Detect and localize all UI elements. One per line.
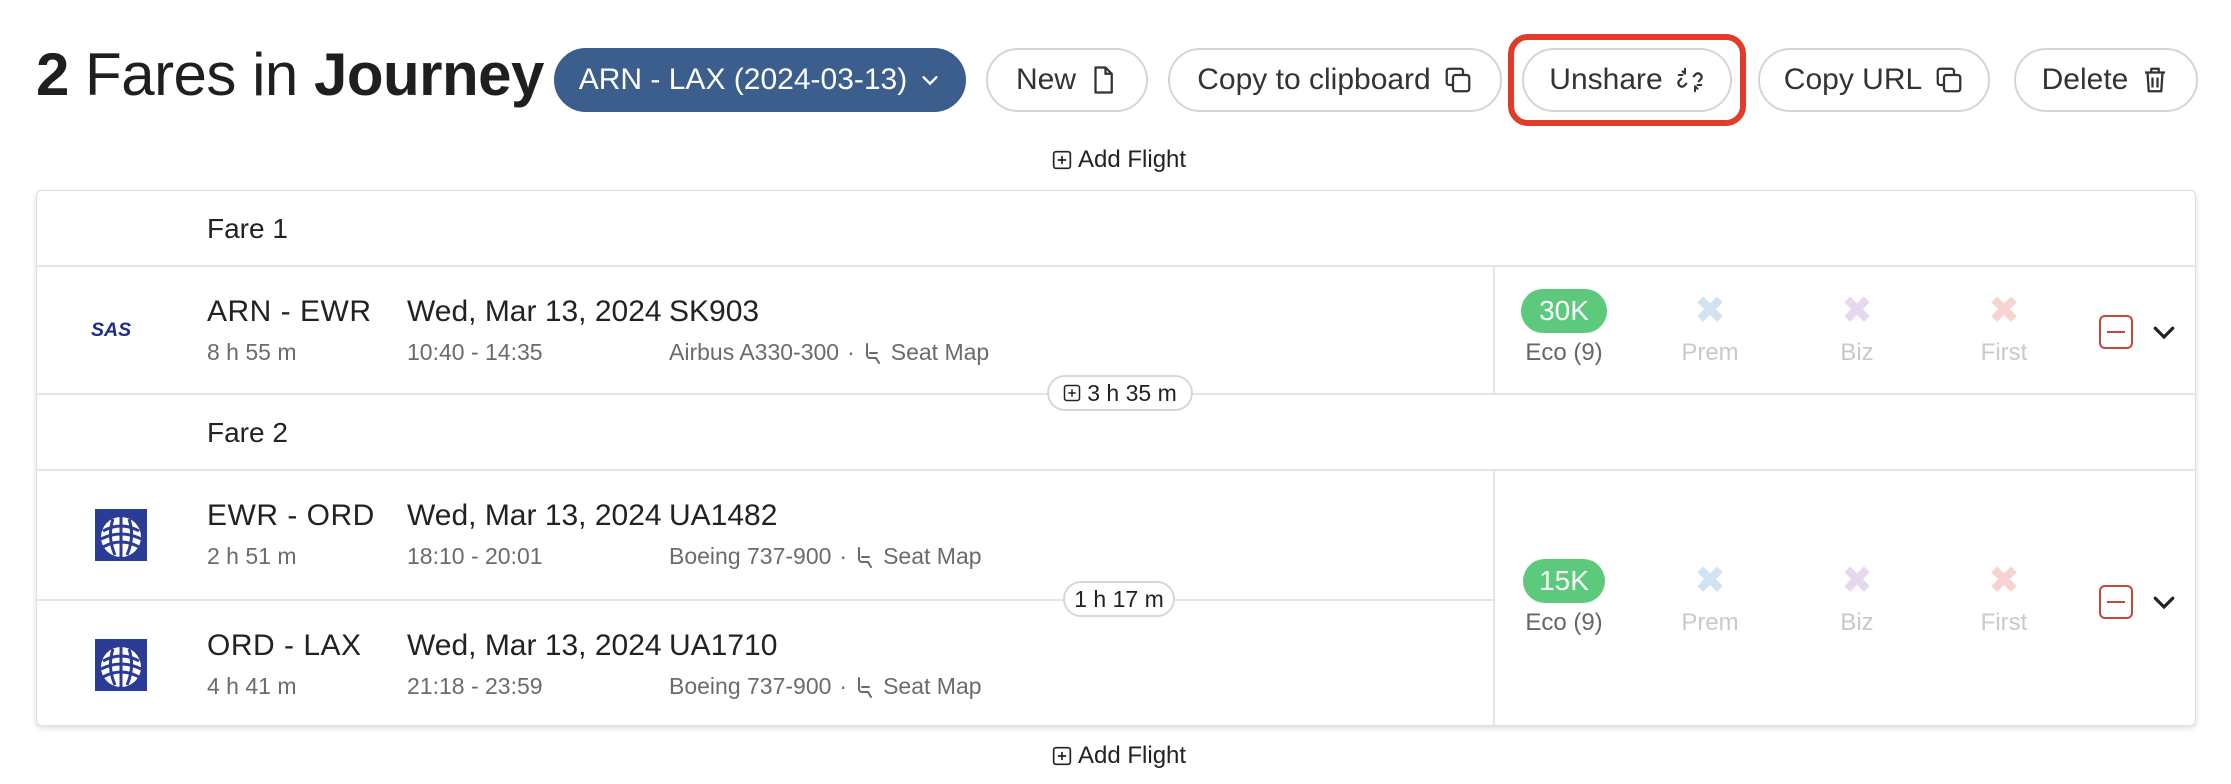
plus-square-icon xyxy=(1064,384,1081,402)
divider-vertical xyxy=(1493,469,1495,727)
fare-count: 2 xyxy=(36,41,69,108)
fare-label: Fare 1 xyxy=(207,213,288,244)
layover-duration: 1 h 17 m xyxy=(1074,585,1164,612)
copy-to-clipboard-label: Copy to clipboard xyxy=(1197,63,1431,96)
flight-number: UA1482 xyxy=(669,499,778,532)
chevron-down-icon[interactable] xyxy=(2149,587,2179,617)
flight-number: UA1710 xyxy=(669,629,778,662)
united-globe-logo xyxy=(95,639,147,696)
layover-duration: 3 h 35 m xyxy=(1087,379,1177,406)
x-icon: ✖ xyxy=(1841,290,1873,332)
aircraft-row: Boeing 737-900 · Seat Map xyxy=(669,543,982,570)
delete-label: Delete xyxy=(2041,63,2129,96)
separator-dot: · xyxy=(839,543,848,569)
new-button-label: New xyxy=(1015,63,1076,96)
divider xyxy=(37,469,2195,471)
aircraft: Boeing 737-900 xyxy=(669,673,832,699)
title-journey: Journey xyxy=(313,41,544,108)
route: ARN - EWR xyxy=(207,295,372,328)
flight-number: SK903 xyxy=(669,295,760,328)
duration: 4 h 41 m xyxy=(207,673,297,699)
x-icon: ✖ xyxy=(1988,290,2020,332)
x-icon: ✖ xyxy=(1694,560,1726,602)
copy-url-label: Copy URL xyxy=(1783,63,1923,96)
divider xyxy=(37,599,1493,601)
class-eco: Eco (9) xyxy=(1525,339,1603,366)
chevron-down-icon[interactable] xyxy=(2149,317,2179,347)
aircraft: Boeing 737-900 xyxy=(669,543,832,569)
sas-logo: SAS xyxy=(91,317,151,346)
united-globe-logo xyxy=(95,509,147,566)
new-button[interactable]: New xyxy=(986,48,1148,112)
unshare-highlight xyxy=(1508,34,1746,126)
seat-map-link[interactable]: Seat Map xyxy=(891,339,989,366)
class-eco: Eco (9) xyxy=(1525,609,1603,636)
separator-dot: · xyxy=(847,339,855,365)
times: 21:18 - 23:59 xyxy=(407,673,543,699)
aircraft-row: Airbus A330-300 · Seat Map xyxy=(669,339,989,366)
seat-icon xyxy=(858,676,873,698)
remove-fare-icon[interactable] xyxy=(2099,315,2133,349)
copy-icon xyxy=(1445,67,1471,93)
date: Wed, Mar 13, 2024 xyxy=(407,295,662,328)
layover-pill[interactable]: 3 h 35 m xyxy=(1047,375,1193,411)
fare-label: Fare 2 xyxy=(207,417,288,448)
seat-map-link[interactable]: Seat Map xyxy=(883,543,981,570)
x-icon: ✖ xyxy=(1841,560,1873,602)
date: Wed, Mar 13, 2024 xyxy=(407,629,662,662)
aircraft-row: Boeing 737-900 · Seat Map xyxy=(669,673,982,700)
journey-select-label: ARN - LAX (2024-03-13) xyxy=(578,63,908,96)
times: 10:40 - 14:35 xyxy=(407,339,543,365)
remove-fare-icon[interactable] xyxy=(2099,585,2133,619)
add-flight-bottom[interactable]: Add Flight xyxy=(1052,742,1186,770)
x-icon: ✖ xyxy=(1988,560,2020,602)
price-badge[interactable]: 30K xyxy=(1521,289,1607,333)
add-flight-top[interactable]: Add Flight xyxy=(1052,146,1186,174)
class-biz: Biz xyxy=(1840,339,1874,366)
chevron-down-icon xyxy=(922,76,938,86)
copy-url-button[interactable]: Copy URL xyxy=(1758,48,1990,112)
copy-to-clipboard-button[interactable]: Copy to clipboard xyxy=(1168,48,1502,112)
trash-icon xyxy=(2145,67,2166,93)
class-biz: Biz xyxy=(1840,609,1874,636)
title-middle: Fares in xyxy=(68,41,314,108)
price-badge[interactable]: 15K xyxy=(1523,559,1605,603)
x-icon: ✖ xyxy=(1694,290,1726,332)
sas-logo-text: SAS xyxy=(91,319,131,341)
file-icon xyxy=(1094,66,1113,94)
add-flight-label: Add Flight xyxy=(1078,742,1187,769)
fares-card: Fare 1 SAS ARN - EWR 8 h 55 m Wed, Mar 1… xyxy=(36,190,2196,727)
delete-button[interactable]: Delete xyxy=(2014,48,2198,112)
seat-map-link[interactable]: Seat Map xyxy=(883,673,981,700)
add-flight-label: Add Flight xyxy=(1078,146,1187,173)
class-first: First xyxy=(1980,339,2028,366)
duration: 8 h 55 m xyxy=(207,339,297,365)
layover-pill: 1 h 17 m xyxy=(1063,581,1175,617)
aircraft: Airbus A330-300 xyxy=(669,339,840,365)
journey-select[interactable]: ARN - LAX (2024-03-13) xyxy=(554,48,966,112)
route: EWR - ORD xyxy=(207,499,375,532)
class-prem: Prem xyxy=(1681,609,1739,636)
route: ORD - LAX xyxy=(207,629,362,662)
times: 18:10 - 20:01 xyxy=(407,543,543,569)
seat-icon xyxy=(865,342,880,364)
divider-vertical xyxy=(1493,265,1495,393)
copy-icon xyxy=(1936,67,1962,93)
separator-dot: · xyxy=(839,673,848,699)
date: Wed, Mar 13, 2024 xyxy=(407,499,662,532)
seat-icon xyxy=(858,546,873,568)
class-prem: Prem xyxy=(1681,339,1739,366)
plus-square-icon xyxy=(1052,150,1072,170)
class-first: First xyxy=(1980,609,2028,636)
divider xyxy=(37,265,2195,267)
page-title: 2 Fares in Journey xyxy=(36,40,544,109)
plus-square-icon xyxy=(1052,746,1072,766)
duration: 2 h 51 m xyxy=(207,543,297,569)
